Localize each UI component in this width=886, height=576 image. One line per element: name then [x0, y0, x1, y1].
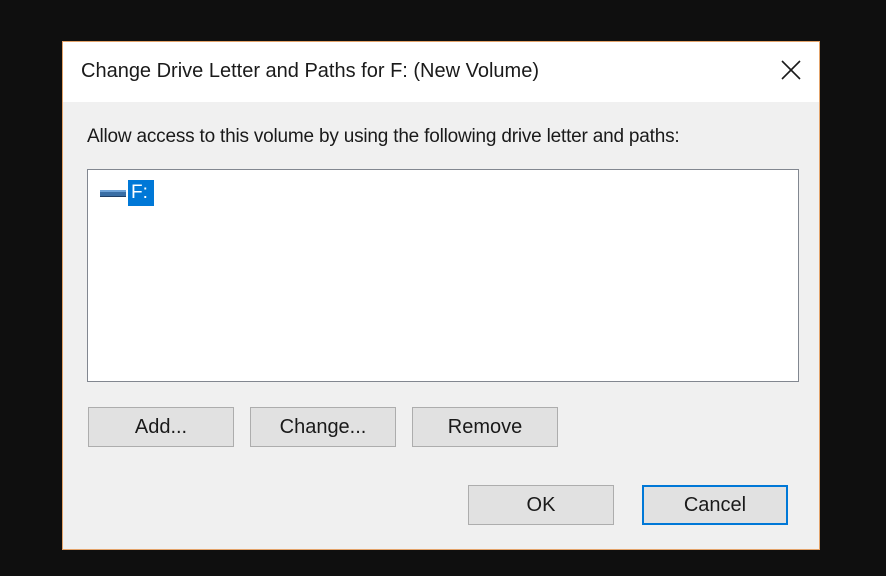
drive-paths-listbox[interactable]: F:: [87, 169, 799, 382]
dialog-title: Change Drive Letter and Paths for F: (Ne…: [81, 60, 539, 82]
title-bar: Change Drive Letter and Paths for F: (Ne…: [63, 42, 819, 102]
ok-button[interactable]: OK: [468, 485, 614, 525]
close-button[interactable]: [773, 52, 809, 88]
change-button[interactable]: Change...: [250, 407, 396, 447]
close-icon: [781, 60, 801, 80]
change-drive-letter-dialog: Change Drive Letter and Paths for F: (Ne…: [62, 41, 820, 550]
list-item[interactable]: F:: [100, 180, 154, 206]
remove-button[interactable]: Remove: [412, 407, 558, 447]
cancel-button[interactable]: Cancel: [642, 485, 788, 525]
list-item-label: F:: [128, 180, 154, 206]
drive-icon: [100, 190, 126, 197]
add-button[interactable]: Add...: [88, 407, 234, 447]
instruction-label: Allow access to this volume by using the…: [87, 126, 680, 147]
